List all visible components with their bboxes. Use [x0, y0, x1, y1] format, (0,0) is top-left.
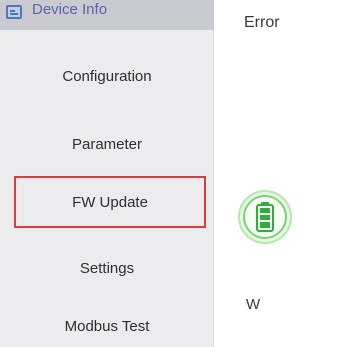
sidebar-item-label: Modbus Test	[64, 317, 150, 335]
sidebar-item-label: Settings	[79, 259, 135, 277]
sidebar-item-label: Device Info	[32, 0, 108, 18]
sidebar-item-label: FW Update	[72, 193, 148, 211]
sidebar-item-fw-update[interactable]: FW Update	[14, 176, 206, 228]
sidebar-item-parameter[interactable]: Parameter	[0, 124, 214, 164]
device-info-icon	[6, 5, 22, 19]
sidebar-item-label: Configuration	[62, 67, 152, 85]
battery-status	[237, 189, 293, 245]
sidebar-item-settings[interactable]: Settings	[0, 248, 214, 288]
error-status-label: Error	[244, 14, 280, 31]
sidebar: Device Info Configuration Parameter FW U…	[0, 0, 214, 347]
sidebar-item-modbus-test[interactable]: Modbus Test	[0, 306, 214, 346]
battery-charging-icon	[238, 190, 292, 244]
sidebar-item-label: Parameter	[71, 135, 143, 153]
power-unit-label: W	[246, 296, 261, 313]
sidebar-item-device-info[interactable]: Device Info	[0, 0, 214, 30]
sidebar-item-configuration[interactable]: Configuration	[0, 56, 214, 96]
